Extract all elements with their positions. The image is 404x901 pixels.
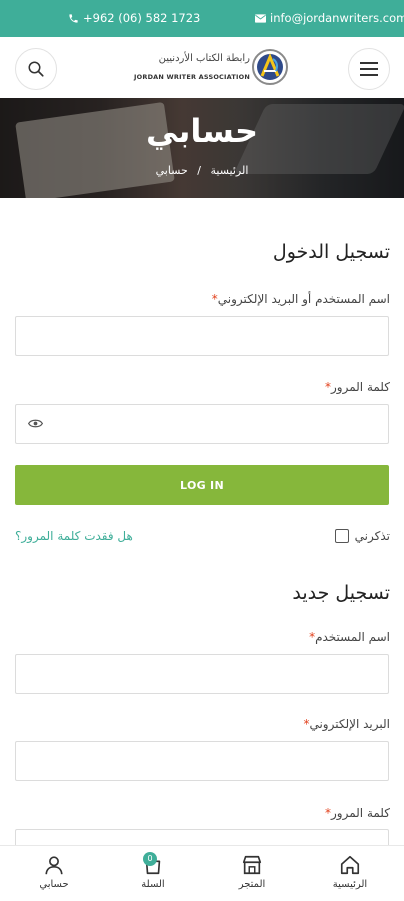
- nav-account[interactable]: حسابي: [14, 854, 94, 890]
- logo-emblem-icon: [252, 49, 288, 85]
- login-username-input[interactable]: [15, 316, 389, 356]
- breadcrumb: الرئيسية / حسابي: [0, 164, 404, 177]
- site-logo[interactable]: رابطة الكتاب الأردنيين JORDAN WRITER ASS…: [115, 45, 291, 91]
- phone-number: +962 (06) 582 1723: [83, 11, 201, 25]
- login-button[interactable]: LOG IN: [15, 465, 389, 505]
- email-link[interactable]: info@jordanwriters.com: [255, 11, 404, 25]
- store-icon: [242, 855, 262, 875]
- login-title: تسجيل الدخول: [272, 241, 390, 263]
- envelope-icon: [255, 13, 266, 23]
- register-password-label: كلمة المرور*: [324, 806, 390, 820]
- search-icon: [28, 61, 44, 77]
- login-username-label: اسم المستخدم أو البريد الإلكتروني*: [211, 292, 390, 306]
- logo-arabic-text: رابطة الكتاب الأردنيين: [158, 53, 250, 64]
- menu-button[interactable]: [348, 48, 390, 90]
- login-password-input[interactable]: [15, 404, 389, 444]
- phone-icon: [69, 13, 78, 23]
- page-hero-banner: حسابي الرئيسية / حسابي: [0, 98, 404, 198]
- register-email-input[interactable]: [15, 741, 389, 781]
- home-icon: [340, 855, 360, 875]
- breadcrumb-home-link[interactable]: الرئيسية: [211, 164, 249, 177]
- hamburger-icon: [360, 62, 378, 76]
- remember-me-checkbox[interactable]: تذكرني: [334, 529, 390, 543]
- register-username-input[interactable]: [15, 654, 389, 694]
- site-header: رابطة الكتاب الأردنيين JORDAN WRITER ASS…: [0, 37, 404, 98]
- register-username-label: اسم المستخدم*: [309, 630, 390, 644]
- bottom-navigation: الرئيسية المتجر 0 السلة حسابي: [0, 845, 404, 901]
- page-title: حسابي: [145, 112, 259, 150]
- lost-password-link[interactable]: هل فقدت كلمة المرور؟: [15, 529, 133, 543]
- search-button[interactable]: [15, 48, 57, 90]
- phone-link[interactable]: +962 (06) 582 1723: [68, 11, 200, 25]
- user-icon: [45, 856, 63, 875]
- nav-home[interactable]: الرئيسية: [310, 854, 390, 890]
- email-address: info@jordanwriters.com: [270, 11, 404, 25]
- breadcrumb-current: حسابي: [155, 164, 188, 177]
- cart-count-badge: 0: [143, 852, 157, 866]
- register-title: تسجيل جديد: [292, 582, 390, 604]
- nav-store-label: المتجر: [238, 879, 266, 890]
- remember-me-label: تذكرني: [354, 529, 390, 543]
- contact-bar: +962 (06) 582 1723 info@jordanwriters.co…: [0, 0, 404, 37]
- checkbox-box[interactable]: [334, 529, 349, 543]
- register-email-label: البريد الإلكتروني*: [303, 717, 390, 731]
- nav-store[interactable]: المتجر: [212, 854, 292, 890]
- login-password-label: كلمة المرور*: [324, 380, 390, 394]
- nav-home-label: الرئيسية: [332, 879, 368, 890]
- nav-account-label: حسابي: [39, 879, 69, 890]
- show-password-eye-icon[interactable]: [28, 418, 43, 429]
- logo-english-text: JORDAN WRITER ASSOCIATION: [134, 73, 250, 81]
- nav-cart[interactable]: 0 السلة: [113, 852, 193, 890]
- breadcrumb-separator: /: [197, 164, 202, 177]
- nav-cart-label: السلة: [141, 879, 165, 890]
